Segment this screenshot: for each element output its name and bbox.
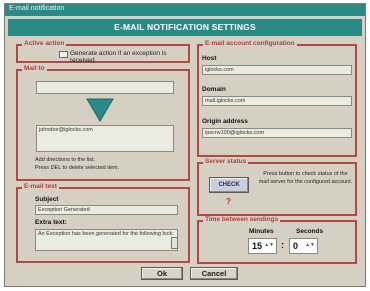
- origin-input[interactable]: ipscrw100@iglocks.com: [202, 128, 352, 138]
- dialog-window: E-mail notification E-MAIL NOTIFICATION …: [4, 3, 366, 287]
- host-value: iglocks.com: [205, 67, 234, 73]
- list-item[interactable]: johndoe@iglocks.com: [39, 127, 93, 133]
- extra-text-value: An Exception has been generated for the …: [38, 231, 174, 237]
- account-config-group: E-mail account configuration Host iglock…: [197, 40, 357, 157]
- minutes-label: Minutes: [249, 228, 274, 235]
- domain-input[interactable]: mail.iglocks.com: [202, 96, 352, 106]
- minutes-value: 15: [252, 241, 263, 251]
- email-text-legend: E-mail text: [22, 183, 59, 190]
- time-between-legend: Time between sendings: [203, 216, 281, 223]
- server-status-description: Press button to check status of the mail…: [258, 171, 353, 185]
- spin-arrows-icon[interactable]: ▲▼: [264, 242, 274, 248]
- title-bar: E-mail notification: [5, 4, 365, 16]
- checkbox-icon[interactable]: [59, 51, 68, 58]
- time-separator: :: [281, 240, 284, 250]
- cancel-button[interactable]: Cancel: [190, 267, 238, 280]
- scroll-handle[interactable]: [171, 237, 178, 249]
- mail-to-legend: Mail to: [22, 65, 47, 72]
- check-button[interactable]: CHECK: [209, 177, 249, 193]
- down-arrow-icon[interactable]: [86, 98, 114, 122]
- origin-label: Origin address: [202, 118, 248, 125]
- domain-label: Domain: [202, 86, 226, 93]
- seconds-stepper[interactable]: 0 ▲▼: [289, 238, 318, 254]
- ok-button[interactable]: Ok: [141, 267, 183, 280]
- server-status-group: Server status CHECK ? Press button to ch…: [197, 158, 357, 216]
- seconds-value: 0: [293, 241, 299, 251]
- minutes-stepper[interactable]: 15 ▲▼: [248, 238, 277, 254]
- status-indicator: ?: [226, 197, 231, 206]
- mail-to-group: Mail to johndoe@iglocks.com Add directio…: [16, 65, 190, 181]
- extra-text-label: Extra text:: [35, 219, 67, 226]
- seconds-label: Seconds: [296, 228, 324, 235]
- subject-input[interactable]: Exception Generated: [35, 205, 178, 215]
- origin-value: ipscrw100@iglocks.com: [205, 130, 265, 136]
- extra-text-input[interactable]: An Exception has been generated for the …: [35, 229, 178, 251]
- generate-action-label: Generate action if an exception is recei…: [70, 50, 167, 64]
- header-banner: E-MAIL NOTIFICATION SETTINGS: [8, 19, 362, 36]
- active-action-group: Active action Generate action if an exce…: [16, 40, 190, 64]
- host-label: Host: [202, 55, 217, 62]
- host-input[interactable]: iglocks.com: [202, 65, 352, 75]
- mail-address-list[interactable]: johndoe@iglocks.com: [36, 125, 174, 152]
- window-title: E-mail notification: [9, 5, 65, 12]
- spin-arrows-icon[interactable]: ▲▼: [305, 242, 315, 248]
- subject-value: Exception Generated: [38, 207, 90, 213]
- domain-value: mail.iglocks.com: [205, 98, 246, 104]
- active-action-legend: Active action: [22, 40, 67, 47]
- account-config-legend: E-mail account configuration: [203, 40, 297, 47]
- email-text-group: E-mail text Subject Exception Generated …: [16, 183, 190, 263]
- mail-to-hint-2: Press DEL to delete selected item.: [35, 165, 120, 171]
- server-status-legend: Server status: [203, 158, 249, 165]
- mail-address-input[interactable]: [36, 81, 174, 94]
- subject-label: Subject: [35, 196, 59, 203]
- time-between-group: Time between sendings Minutes Seconds 15…: [197, 216, 357, 264]
- page-title: E-MAIL NOTIFICATION SETTINGS: [114, 22, 256, 32]
- mail-to-hint-1: Add directions to the list.: [35, 157, 95, 163]
